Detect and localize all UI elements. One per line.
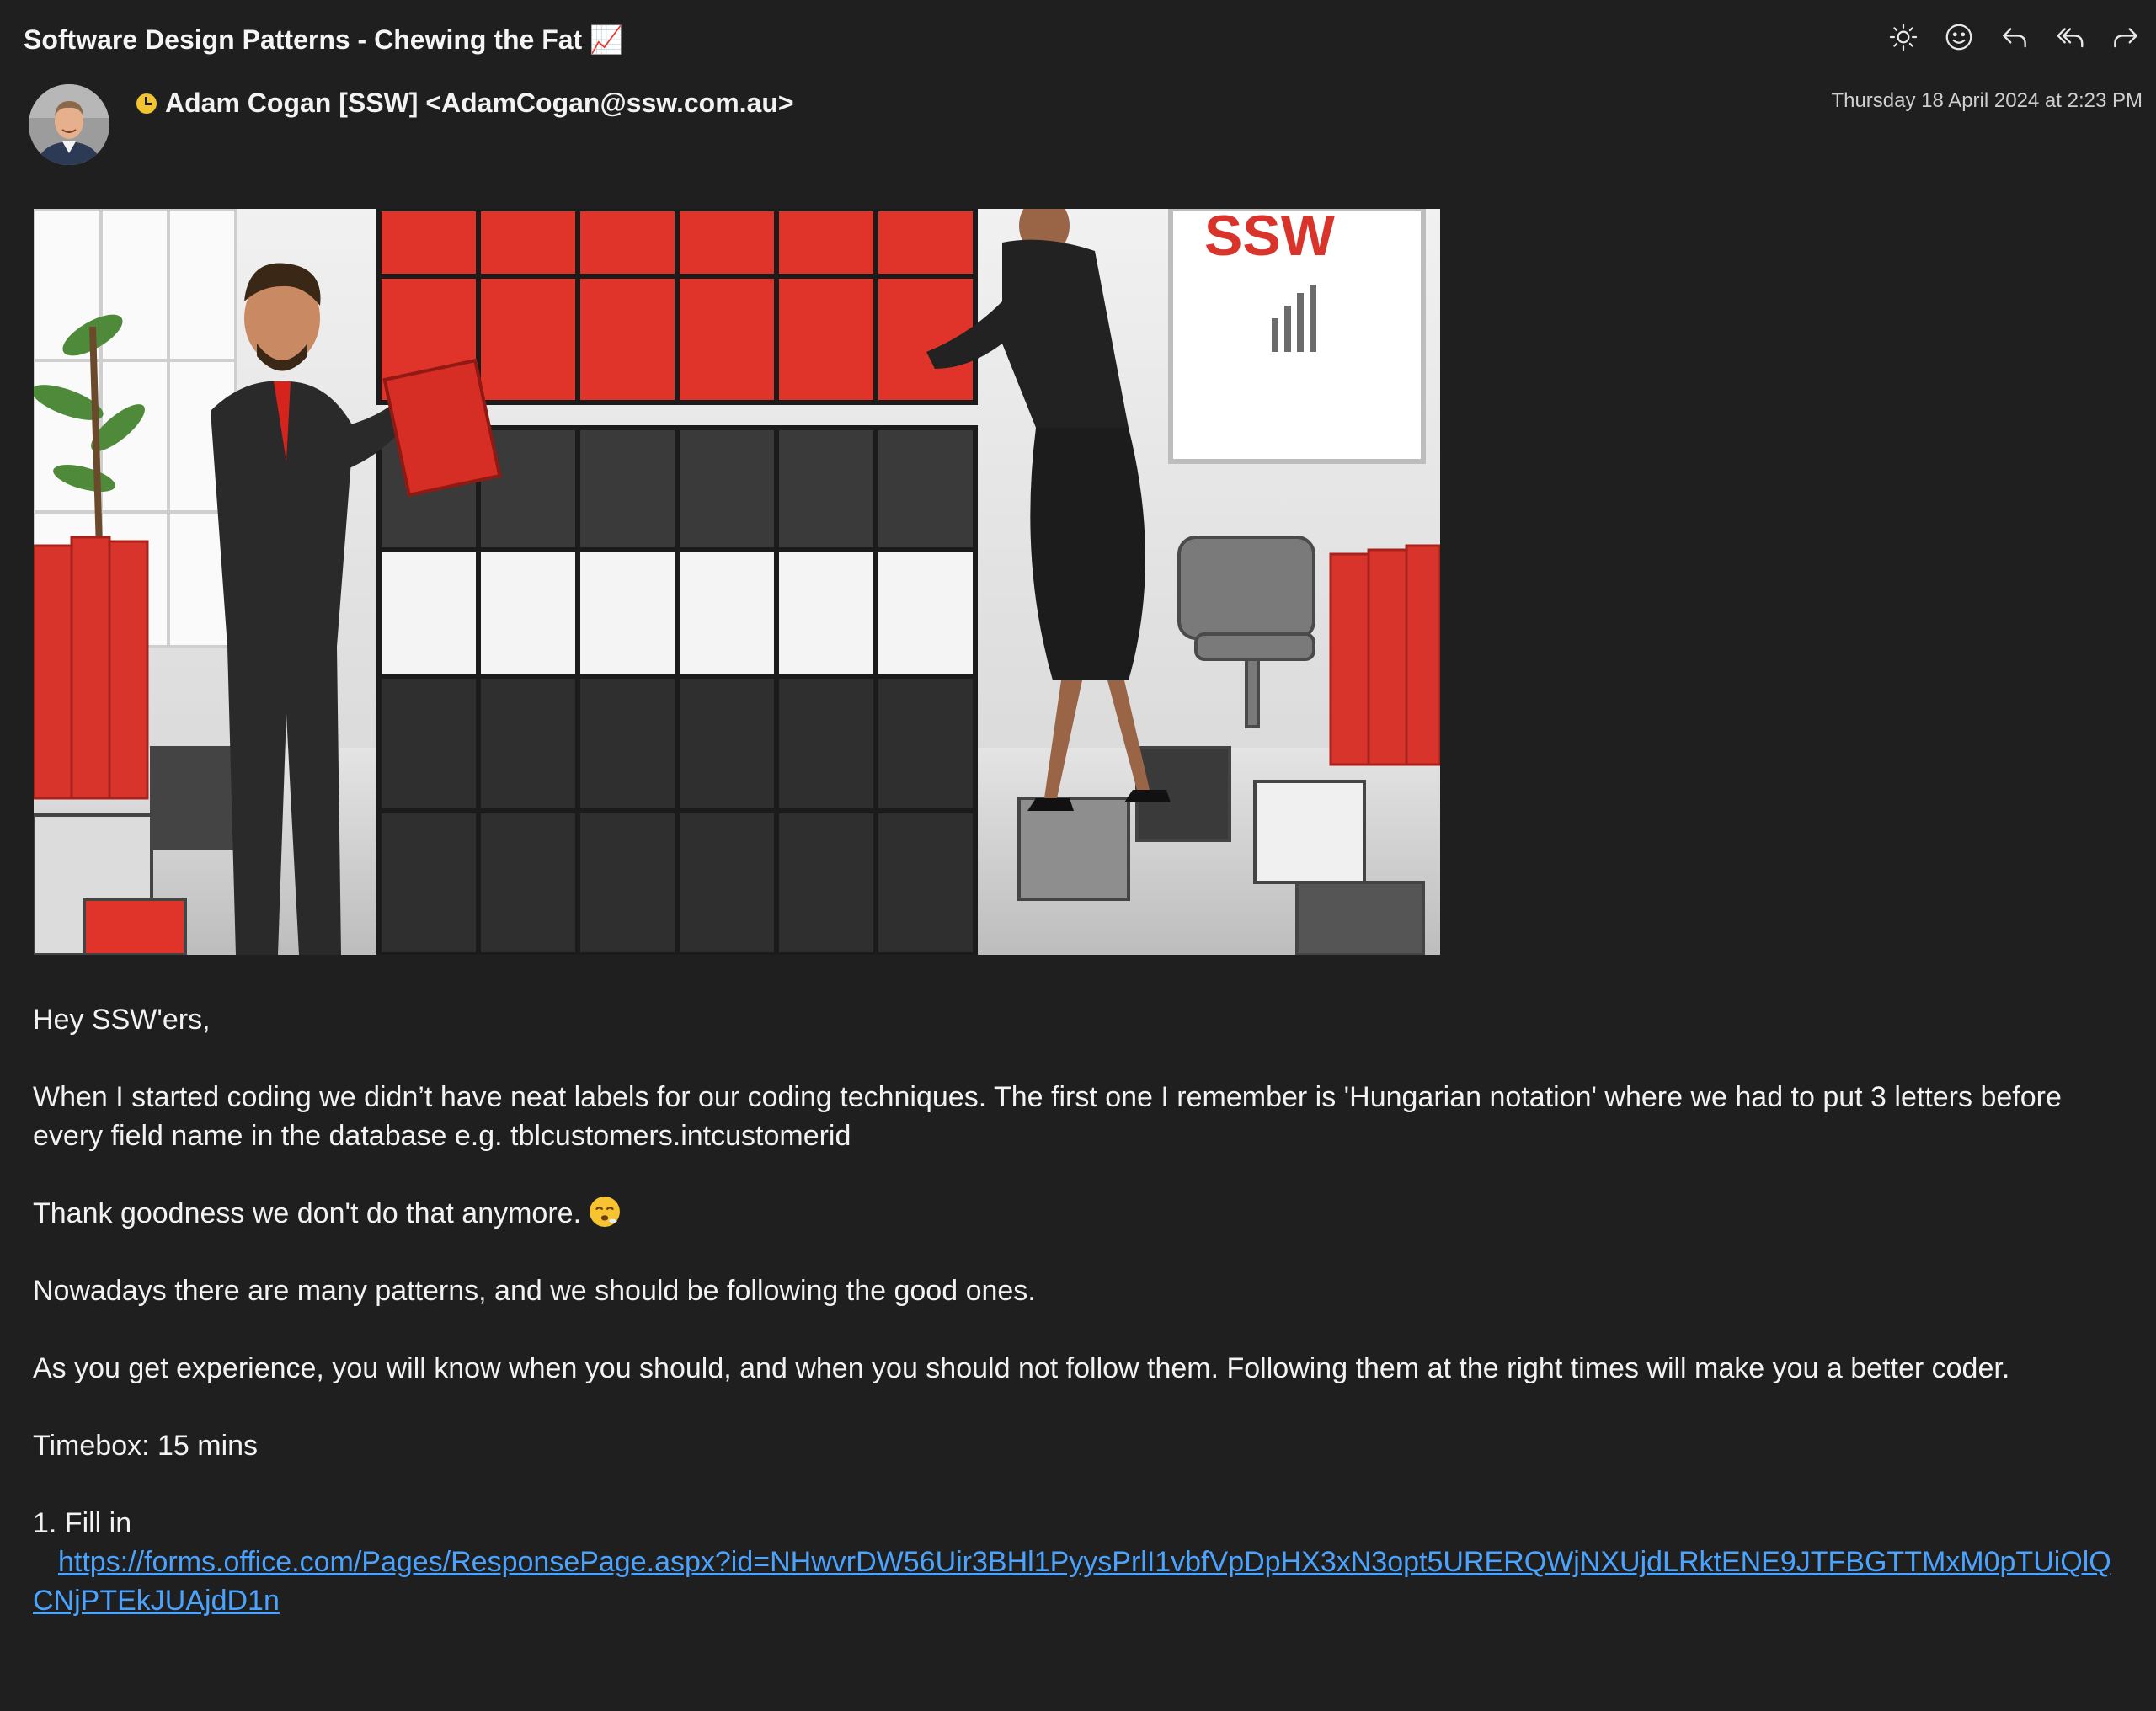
emoji-reaction-icon	[1945, 24, 1972, 51]
avatar-photo	[29, 84, 109, 165]
email-subject: Software Design Patterns - Chewing the F…	[24, 24, 623, 55]
body-paragraph-2-text: Thank goodness we don't do that anymore.	[33, 1197, 582, 1229]
hero-illustration: SSW	[34, 209, 1440, 955]
body-paragraph-3: Nowadays there are many patterns, and we…	[33, 1275, 1036, 1307]
timebox-text: Timebox: 15 mins	[33, 1430, 259, 1462]
step-1: 1. Fill in https://forms.office.com/Page…	[33, 1504, 2121, 1620]
sender-avatar[interactable]	[29, 84, 109, 165]
forms-link[interactable]: https://forms.office.com/Pages/ResponseP…	[33, 1546, 2111, 1617]
sender-line[interactable]: Adam Cogan [SSW] <AdamCogan@ssw.com.au>	[136, 88, 794, 119]
greeting: Hey SSW'ers,	[33, 1004, 211, 1036]
body-paragraph-1: When I started coding we didn’t have nea…	[33, 1081, 2062, 1152]
forward-button[interactable]	[2107, 19, 2144, 56]
body-paragraph-2: Thank goodness we don't do that anymore.	[33, 1194, 2121, 1233]
forward-icon	[2114, 28, 2137, 48]
brightness-icon	[1889, 23, 1918, 51]
sender-name-email: Adam Cogan [SSW] <AdamCogan@ssw.com.au>	[165, 88, 794, 118]
reply-icon	[2003, 28, 2026, 48]
reply-button[interactable]	[1996, 19, 2033, 56]
mail-message-window: Software Design Patterns - Chewing the F…	[0, 0, 2156, 1711]
reply-all-icon	[2057, 28, 2084, 48]
svg-text:SSW: SSW	[1204, 209, 1336, 268]
reply-all-button[interactable]	[2052, 19, 2089, 56]
message-body: Hey SSW'ers, When I started coding we di…	[33, 1000, 2121, 1620]
step-1-label: 1. Fill in	[33, 1507, 132, 1539]
received-date: Thursday 18 April 2024 at 2:23 PM	[1831, 89, 2143, 112]
message-toolbar	[1885, 19, 2144, 56]
body-paragraph-4: As you get experience, you will know whe…	[33, 1352, 2010, 1384]
status-clock-icon	[136, 93, 157, 114]
relieved-face-emoji-icon	[590, 1197, 621, 1227]
hero-image: SSW	[34, 209, 1440, 955]
brightness-button[interactable]	[1885, 19, 1922, 56]
emoji-reaction-button[interactable]	[1940, 19, 1977, 56]
